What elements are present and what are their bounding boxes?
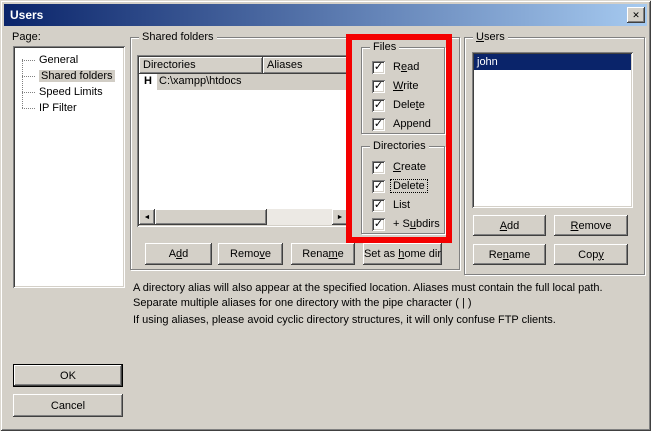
scrollbar-thumb[interactable] xyxy=(155,209,267,225)
files-group-label: Files xyxy=(370,41,399,53)
shared-folders-group-label: Shared folders xyxy=(139,31,217,43)
window-title: Users xyxy=(10,8,43,22)
directories-group-label: Directories xyxy=(370,140,429,152)
right-arrow-glyph: ► xyxy=(337,214,344,221)
tree-item-label: Speed Limits xyxy=(39,86,103,98)
checkbox-checked-icon[interactable]: ✓ xyxy=(372,161,385,174)
sidebar-item-general[interactable]: General xyxy=(13,52,125,68)
checkbox-label: Create xyxy=(391,161,428,173)
tree-item-label: Shared folders xyxy=(39,70,115,82)
horizontal-scrollbar[interactable]: ◄ ► xyxy=(139,209,348,225)
rename-user-button[interactable]: Rename xyxy=(473,244,546,265)
button-label: Remove xyxy=(571,220,612,232)
checkbox-subdirs[interactable]: ✓ + Subdirs xyxy=(372,217,442,231)
list-item-user-john[interactable]: john xyxy=(474,54,631,70)
checkbox-checked-icon[interactable]: ✓ xyxy=(372,80,385,93)
checkbox-create[interactable]: ✓ Create xyxy=(372,160,428,174)
sidebar-item-shared-folders[interactable]: Shared folders xyxy=(13,68,125,84)
button-label: Rename xyxy=(489,249,531,261)
button-label: Remove xyxy=(230,248,271,260)
rename-directory-button[interactable]: Rename xyxy=(291,243,355,265)
checkbox-delete-files[interactable]: ✓ Delete xyxy=(372,98,427,112)
cyclic-note-text: If using aliases, please avoid cyclic di… xyxy=(133,313,640,328)
button-label: Copy xyxy=(578,249,604,261)
alias-note-text: A directory alias will also appear at th… xyxy=(133,281,640,311)
scroll-left-icon[interactable]: ◄ xyxy=(139,209,155,225)
cancel-button[interactable]: Cancel xyxy=(13,394,123,417)
add-directory-button[interactable]: Add xyxy=(145,243,212,265)
directory-path: C:\xampp\htdocs xyxy=(157,74,348,90)
checkbox-label: Append xyxy=(391,118,433,130)
close-icon: ✕ xyxy=(632,10,640,21)
column-header-directories[interactable]: Directories xyxy=(139,57,263,74)
table-row[interactable]: H C:\xampp\htdocs xyxy=(139,74,348,90)
remove-directory-button[interactable]: Remove xyxy=(218,243,283,265)
scroll-right-icon[interactable]: ► xyxy=(332,209,348,225)
checkbox-checked-icon[interactable]: ✓ xyxy=(372,99,385,112)
checkbox-checked-icon[interactable]: ✓ xyxy=(372,118,385,131)
checkbox-checked-icon[interactable]: ✓ xyxy=(372,180,385,193)
ok-button[interactable]: OK xyxy=(13,364,123,387)
checkbox-read[interactable]: ✓ Read xyxy=(372,60,421,74)
checkbox-label: Read xyxy=(391,61,421,73)
title-bar[interactable]: Users xyxy=(4,4,647,26)
tree-item-label: General xyxy=(39,54,78,66)
checkbox-label: Delete xyxy=(391,180,427,192)
users-group-label: Users xyxy=(473,31,508,43)
checkbox-write[interactable]: ✓ Write xyxy=(372,79,420,93)
copy-user-button[interactable]: Copy xyxy=(554,244,628,265)
left-arrow-glyph: ◄ xyxy=(144,214,151,221)
checkbox-label: + Subdirs xyxy=(391,218,442,230)
directories-permissions-group: Directories ✓ Create ✓ Delete ✓ List ✓ +… xyxy=(361,146,445,234)
sidebar-item-ip-filter[interactable]: IP Filter xyxy=(13,100,125,116)
close-button[interactable]: ✕ xyxy=(627,7,645,23)
table-header: Directories Aliases xyxy=(139,57,348,74)
sidebar-item-speed-limits[interactable]: Speed Limits xyxy=(13,84,125,100)
set-as-home-dir-button[interactable]: Set as home dir xyxy=(363,243,442,265)
button-label: Add xyxy=(169,248,189,260)
directories-table[interactable]: Directories Aliases H C:\xampp\htdocs ◄ … xyxy=(137,55,350,227)
tree-item-label: IP Filter xyxy=(39,102,77,114)
button-label: Rename xyxy=(302,248,344,260)
add-user-button[interactable]: Add xyxy=(473,215,546,236)
button-label: Add xyxy=(500,220,520,232)
checkbox-append[interactable]: ✓ Append xyxy=(372,117,433,131)
files-permissions-group: Files ✓ Read ✓ Write ✓ Delete ✓ Append xyxy=(361,47,445,134)
users-list[interactable]: john xyxy=(472,52,633,208)
checkbox-checked-icon[interactable]: ✓ xyxy=(372,61,385,74)
column-header-aliases[interactable]: Aliases xyxy=(263,57,348,74)
page-label: Page: xyxy=(12,31,41,43)
page-tree[interactable]: General Shared folders Speed Limits IP F… xyxy=(13,46,125,288)
checkbox-list[interactable]: ✓ List xyxy=(372,198,412,212)
remove-user-button[interactable]: Remove xyxy=(554,215,628,236)
checkbox-checked-icon[interactable]: ✓ xyxy=(372,199,385,212)
scrollbar-track[interactable] xyxy=(267,209,332,225)
users-dialog: Users ✕ Page: General Shared folders Spe… xyxy=(0,0,651,431)
checkbox-label: Delete xyxy=(391,99,427,111)
checkbox-delete-dirs[interactable]: ✓ Delete xyxy=(372,179,427,193)
button-label: Set as home dir xyxy=(364,248,441,260)
checkbox-checked-icon[interactable]: ✓ xyxy=(372,218,385,231)
table-empty-area xyxy=(139,90,348,209)
checkbox-label: Write xyxy=(391,80,420,92)
home-dir-flag: H xyxy=(139,74,157,90)
checkbox-label: List xyxy=(391,199,412,211)
